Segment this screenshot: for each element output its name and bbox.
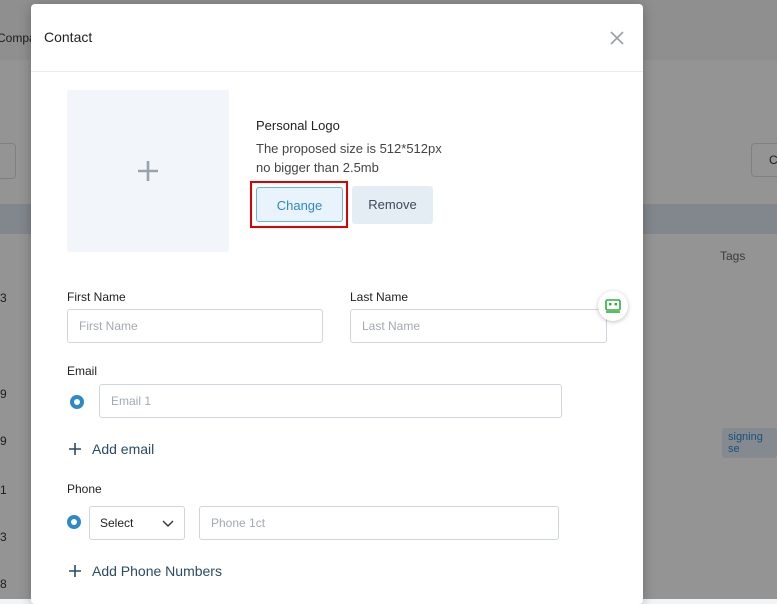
chat-bot-icon [605, 299, 621, 313]
first-name-input[interactable] [67, 309, 323, 343]
logo-weight-hint: no bigger than 2.5mb [256, 160, 379, 175]
contact-dialog: Contact Personal Logo The proposed size … [31, 4, 643, 604]
phone-primary-radio[interactable] [67, 515, 81, 529]
phone-label: Phone [67, 482, 102, 496]
close-button[interactable] [605, 26, 629, 50]
last-name-label: Last Name [350, 290, 409, 304]
chat-widget-button[interactable] [598, 291, 628, 321]
first-name-label: First Name [67, 290, 126, 304]
phone-country-value: Select [100, 516, 134, 530]
phone-country-select[interactable]: Select [89, 506, 185, 540]
last-name-input[interactable] [350, 309, 607, 343]
dialog-header: Contact [31, 4, 643, 72]
add-phone-label: Add Phone Numbers [92, 563, 222, 579]
logo-upload-area[interactable] [67, 90, 229, 252]
logo-size-hint: The proposed size is 512*512px [256, 141, 442, 156]
add-phone-link[interactable]: Add Phone Numbers [69, 563, 222, 579]
highlight-box [250, 181, 348, 228]
dialog-title: Contact [44, 29, 93, 45]
plus-icon [138, 161, 158, 181]
add-email-link[interactable]: Add email [69, 441, 154, 457]
remove-logo-button[interactable]: Remove [352, 186, 433, 224]
email-label: Email [67, 364, 98, 378]
email-input[interactable] [99, 384, 562, 418]
chevron-down-icon [162, 520, 174, 527]
add-email-label: Add email [92, 441, 155, 457]
email-primary-radio[interactable] [70, 395, 84, 409]
close-icon [610, 31, 624, 45]
phone-input[interactable] [199, 506, 559, 540]
plus-icon [69, 443, 81, 455]
logo-title: Personal Logo [256, 118, 340, 133]
plus-icon [69, 565, 81, 577]
